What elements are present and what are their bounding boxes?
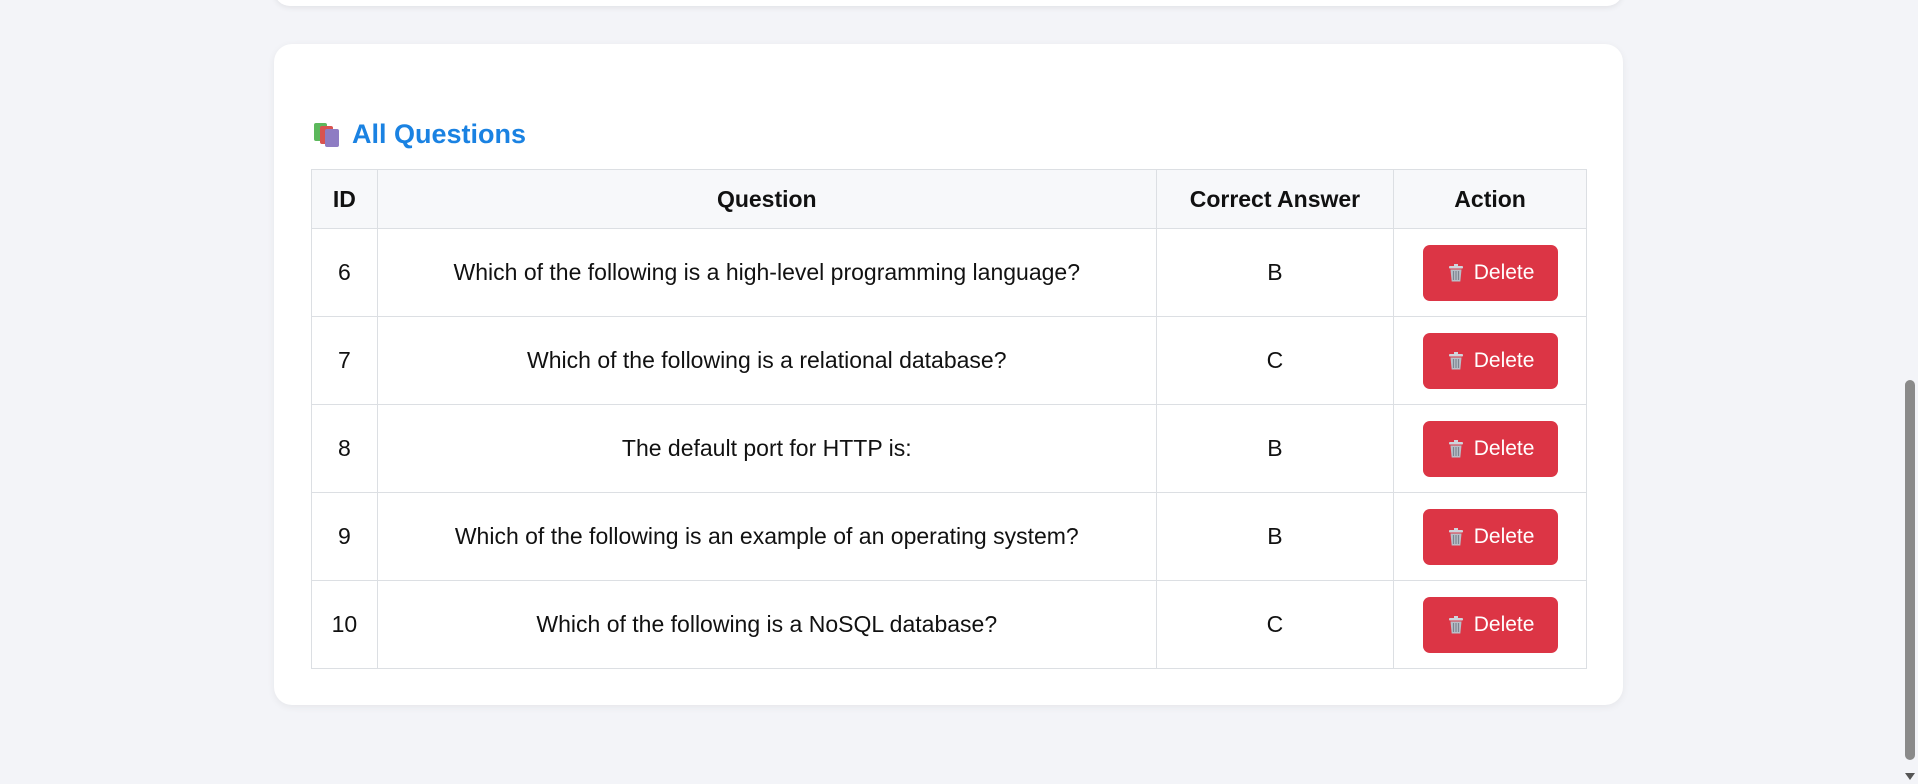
table-row: 6 Which of the following is a high-level… bbox=[311, 228, 1587, 317]
row-answer: C bbox=[1155, 316, 1395, 405]
row-answer: B bbox=[1155, 228, 1395, 317]
table-row: 8 The default port for HTTP is: B Delete bbox=[311, 404, 1587, 493]
questions-card: All Questions ID Question Correct Answer… bbox=[274, 44, 1623, 705]
section-heading: All Questions bbox=[314, 114, 526, 154]
row-action-cell: Delete bbox=[1393, 580, 1587, 669]
delete-button-label: Delete bbox=[1473, 524, 1535, 548]
table-row: 9 Which of the following is an example o… bbox=[311, 492, 1587, 581]
header-id: ID bbox=[311, 169, 378, 229]
row-id: 10 bbox=[311, 580, 378, 669]
row-action-cell: Delete bbox=[1393, 492, 1587, 581]
row-answer: B bbox=[1155, 404, 1395, 493]
trash-icon bbox=[1448, 439, 1463, 457]
delete-button-label: Delete bbox=[1473, 612, 1535, 636]
row-question: Which of the following is a high-level p… bbox=[376, 228, 1157, 317]
row-answer: C bbox=[1155, 580, 1395, 669]
row-action-cell: Delete bbox=[1393, 228, 1587, 317]
row-action-cell: Delete bbox=[1393, 316, 1587, 405]
delete-button-label: Delete bbox=[1473, 348, 1535, 372]
previous-card bbox=[274, 0, 1623, 6]
trash-icon bbox=[1448, 527, 1463, 545]
trash-icon bbox=[1448, 351, 1463, 369]
questions-table: ID Question Correct Answer Action 6 Whic… bbox=[311, 169, 1587, 669]
row-question: Which of the following is a NoSQL databa… bbox=[376, 580, 1157, 669]
row-answer: B bbox=[1155, 492, 1395, 581]
row-id: 9 bbox=[311, 492, 378, 581]
scrollbar-thumb[interactable] bbox=[1905, 380, 1915, 760]
row-id: 6 bbox=[311, 228, 378, 317]
section-title: All Questions bbox=[352, 118, 527, 149]
row-id: 8 bbox=[311, 404, 378, 493]
trash-icon bbox=[1448, 615, 1463, 633]
delete-button-label: Delete bbox=[1473, 436, 1535, 460]
row-action-cell: Delete bbox=[1393, 404, 1587, 493]
row-id: 7 bbox=[311, 316, 378, 405]
trash-icon bbox=[1448, 263, 1463, 281]
table-row: 7 Which of the following is a relational… bbox=[311, 316, 1587, 405]
row-question: The default port for HTTP is: bbox=[376, 404, 1157, 493]
table-row: 10 Which of the following is a NoSQL dat… bbox=[311, 580, 1587, 669]
delete-button[interactable]: Delete bbox=[1422, 244, 1558, 301]
row-question: Which of the following is a relational d… bbox=[376, 316, 1157, 405]
header-correct-answer: Correct Answer bbox=[1155, 169, 1395, 229]
scroll-down-arrow-icon[interactable] bbox=[1905, 773, 1915, 780]
books-icon bbox=[314, 121, 342, 147]
row-question: Which of the following is an example of … bbox=[376, 492, 1157, 581]
vertical-scrollbar[interactable] bbox=[1901, 0, 1918, 784]
delete-button[interactable]: Delete bbox=[1422, 332, 1558, 389]
delete-button[interactable]: Delete bbox=[1422, 420, 1558, 477]
header-action: Action bbox=[1393, 169, 1587, 229]
delete-button[interactable]: Delete bbox=[1422, 596, 1558, 653]
table-header-row: ID Question Correct Answer Action bbox=[311, 169, 1587, 229]
delete-button-label: Delete bbox=[1473, 260, 1535, 284]
delete-button[interactable]: Delete bbox=[1422, 508, 1558, 565]
header-question: Question bbox=[376, 169, 1157, 229]
